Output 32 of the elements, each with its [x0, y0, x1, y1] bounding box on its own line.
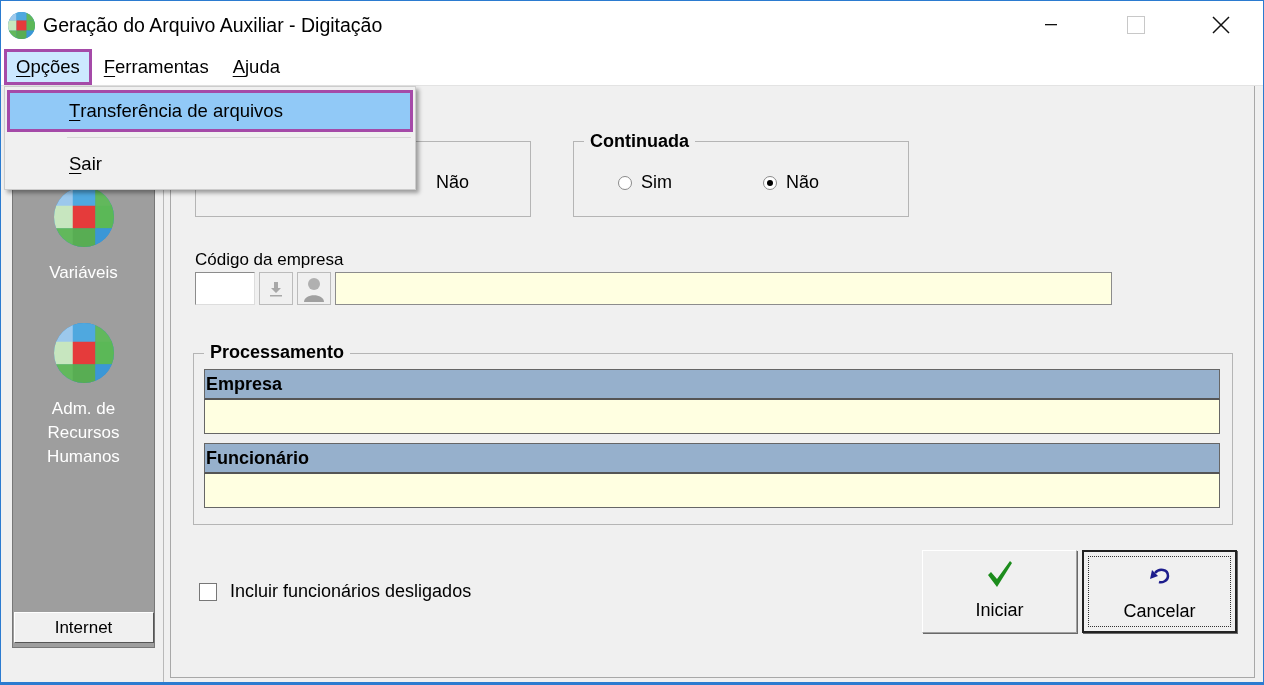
- close-button[interactable]: [1211, 16, 1230, 34]
- search-button[interactable]: [297, 272, 331, 305]
- radio-label: Não: [786, 172, 820, 193]
- globe-icon: [53, 323, 114, 383]
- radio-label: Sim: [641, 172, 672, 193]
- cancel-button[interactable]: Cancelar: [1082, 550, 1237, 633]
- person-icon: [302, 275, 326, 302]
- radio-button[interactable]: [763, 175, 777, 190]
- globe-icon: [53, 187, 114, 247]
- download-icon: [269, 280, 283, 297]
- radio-label: Não: [436, 172, 470, 193]
- checkbox[interactable]: [199, 582, 217, 601]
- menu-option[interactable]: Sair: [7, 143, 413, 185]
- menu-item[interactable]: Opções: [4, 49, 92, 85]
- menu-item[interactable]: Ferramentas: [91, 49, 221, 85]
- radio-button[interactable]: [618, 175, 632, 190]
- field-label: Código da empresa: [195, 250, 345, 270]
- section-header: Funcionário: [204, 443, 1220, 474]
- code-field[interactable]: [195, 272, 255, 305]
- start-button[interactable]: Iniciar: [922, 550, 1077, 633]
- menu-item[interactable]: Ajuda: [220, 49, 292, 85]
- company-name-field[interactable]: [335, 272, 1112, 305]
- section-header: Empresa: [204, 369, 1220, 400]
- window-title: Geração do Arquivo Auxiliar - Digitação: [43, 13, 383, 37]
- undo-icon: [1148, 567, 1171, 585]
- checkmark-icon: [986, 560, 1013, 588]
- import-button[interactable]: [259, 272, 293, 305]
- checkbox-label: Incluir funcionários desligados: [230, 581, 472, 602]
- app-icon: [8, 11, 35, 39]
- menu-option[interactable]: Transferência de arquivos: [7, 90, 413, 132]
- internet-button[interactable]: Internet: [13, 612, 154, 643]
- minimize-button[interactable]: [1044, 24, 1057, 26]
